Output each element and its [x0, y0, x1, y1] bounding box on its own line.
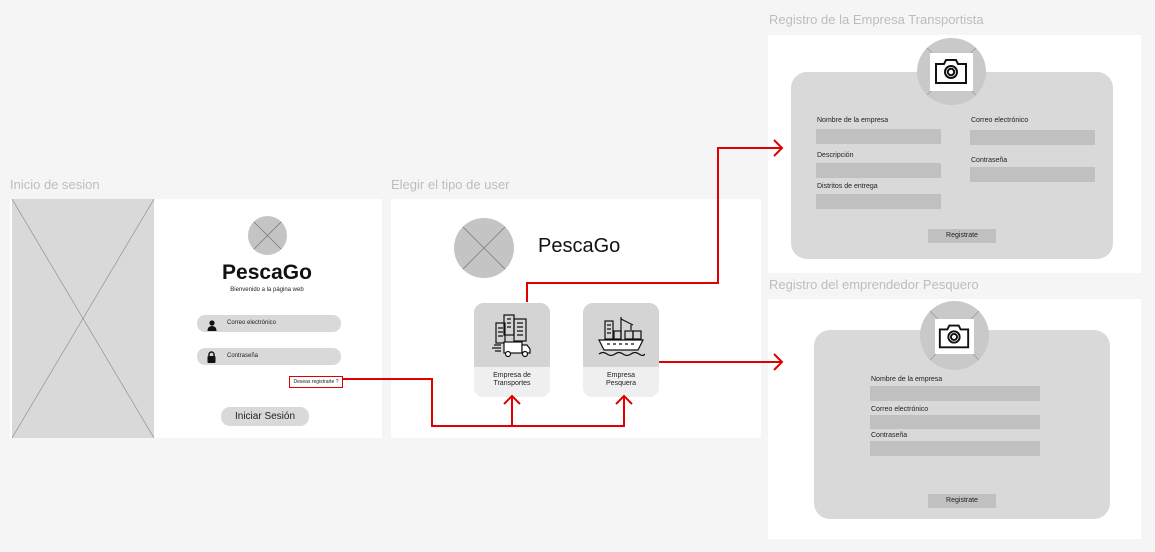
- email-field[interactable]: Correo electrónico: [197, 315, 341, 332]
- welcome-text: Bienvenido a la página web: [230, 287, 304, 293]
- transport-company-card[interactable]: Empresa de Transportes: [474, 303, 550, 397]
- hero-image-placeholder: [12, 199, 154, 438]
- email-placeholder: Correo electrónico: [227, 320, 277, 326]
- password-placeholder: Contraseña: [227, 353, 259, 359]
- card-label-line2: Transportes: [493, 380, 531, 387]
- email-input[interactable]: [870, 415, 1040, 429]
- password-label: Contraseña: [971, 157, 1008, 164]
- ship-icon: [597, 313, 646, 359]
- fishing-company-card[interactable]: Empresa Pesquera: [583, 303, 659, 397]
- card-label-line1: Empresa: [606, 372, 635, 379]
- company-register-frame: Nombre de la empresa Descripción Distrit…: [768, 35, 1141, 273]
- brand-name: PescaGo: [222, 261, 312, 284]
- company-name-label: Nombre de la empresa: [871, 376, 943, 383]
- card-label-line1: Empresa de: [493, 372, 531, 379]
- company-name-label: Nombre de la empresa: [817, 117, 889, 124]
- email-label: Correo electrónico: [971, 117, 1029, 124]
- logo-placeholder: [454, 218, 514, 278]
- register-button[interactable]: Registrate: [928, 229, 996, 243]
- register-link[interactable]: Deseas registrarte ?: [289, 376, 343, 388]
- email-label: Correo electrónico: [871, 406, 929, 413]
- company-name-input[interactable]: [816, 129, 941, 144]
- logo-placeholder: [248, 216, 287, 255]
- password-input[interactable]: [970, 167, 1095, 182]
- company-name-input[interactable]: [870, 386, 1040, 401]
- password-input[interactable]: [870, 441, 1040, 456]
- photo-upload[interactable]: [920, 301, 989, 370]
- delivery-districts-input[interactable]: [816, 194, 941, 209]
- frame-title-fisher-register: Registro del emprendedor Pesquero: [769, 277, 979, 292]
- truck-building-icon: [490, 311, 534, 361]
- email-input[interactable]: [970, 130, 1095, 145]
- delivery-districts-label: Distritos de entrega: [817, 183, 878, 190]
- card-label-line2: Pesquera: [606, 380, 636, 387]
- description-input[interactable]: [816, 163, 941, 178]
- frame-title-choose-user: Elegir el tipo de user: [391, 177, 510, 192]
- description-label: Descripción: [817, 152, 854, 159]
- camera-icon: [933, 56, 969, 86]
- choose-user-frame: PescaGo Empresa de Transportes Empresa P…: [391, 199, 761, 438]
- password-field[interactable]: Contraseña: [197, 348, 341, 365]
- frame-title-company-register: Registro de la Empresa Transportista: [769, 12, 984, 27]
- photo-upload[interactable]: [917, 38, 986, 105]
- register-button[interactable]: Registrate: [928, 494, 996, 508]
- camera-icon: [937, 321, 971, 351]
- user-icon: [207, 318, 217, 331]
- lock-icon: [207, 350, 216, 363]
- login-button[interactable]: Iniciar Sesión: [221, 407, 309, 426]
- frame-title-login: Inicio de sesion: [10, 177, 100, 192]
- brand-name: PescaGo: [538, 235, 621, 257]
- fisher-register-frame: Nombre de la empresa Correo electrónico …: [768, 299, 1141, 539]
- login-frame: PescaGo Bienvenido a la página web Corre…: [10, 199, 382, 438]
- password-label: Contraseña: [871, 432, 908, 439]
